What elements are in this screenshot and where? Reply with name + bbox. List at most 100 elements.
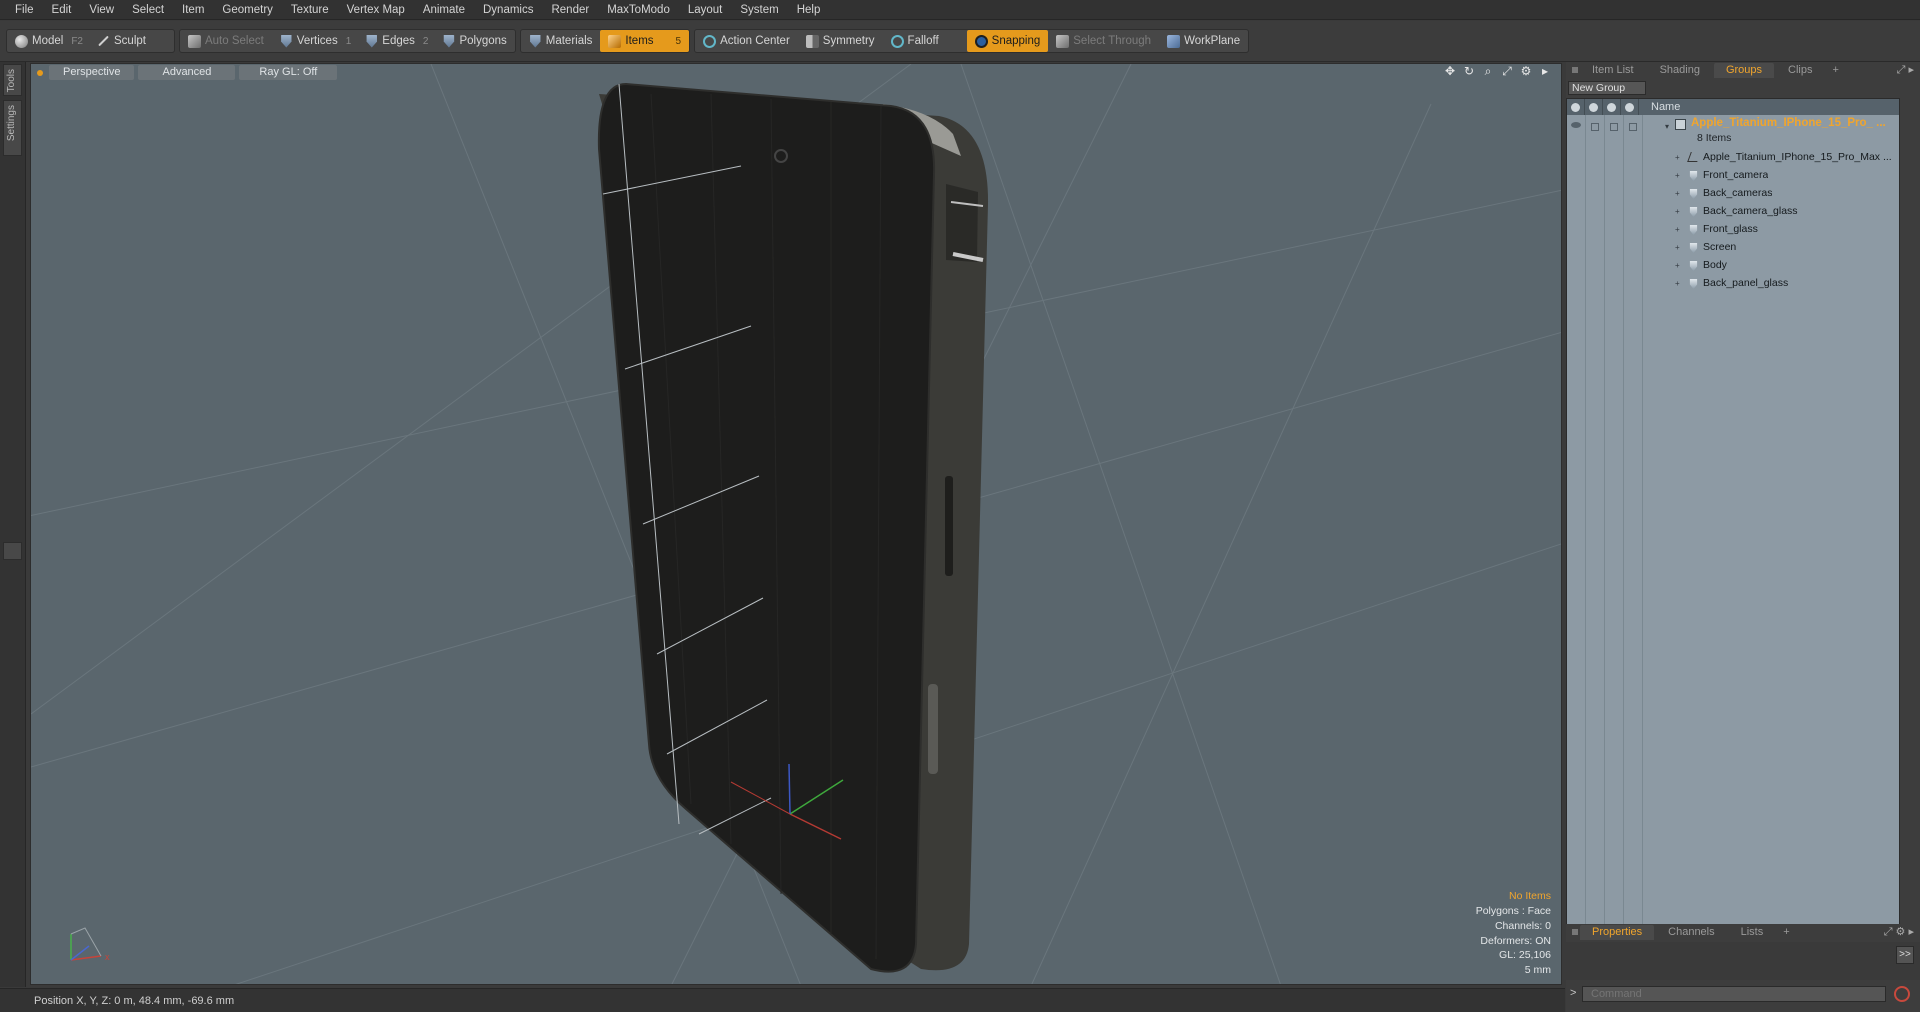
select-through-button[interactable]: Select Through — [1048, 30, 1159, 52]
menu-view[interactable]: View — [80, 0, 123, 20]
edges-button[interactable]: Edges — [357, 30, 423, 52]
record-macro-icon[interactable] — [1894, 986, 1910, 1002]
expand-icon[interactable]: + — [1675, 153, 1680, 162]
group-render-icon[interactable] — [1591, 123, 1599, 131]
menu-vertex-map[interactable]: Vertex Map — [338, 0, 414, 20]
select-column-icon[interactable] — [1621, 99, 1639, 115]
menu-geometry[interactable]: Geometry — [213, 0, 282, 20]
group-lock-icon[interactable] — [1610, 123, 1618, 131]
menu-animate[interactable]: Animate — [414, 0, 474, 20]
expand-icon[interactable]: + — [1675, 279, 1680, 288]
raygl-toggle[interactable]: Ray GL: Off — [239, 65, 338, 80]
items-button[interactable]: Items 5 — [600, 30, 690, 52]
list-item[interactable]: + Apple_Titanium_IPhone_15_Pro_Max ... — [1567, 149, 1899, 167]
expand-icon[interactable]: + — [1675, 243, 1680, 252]
expand-icon[interactable]: + — [1675, 261, 1680, 270]
chevron-right-icon[interactable]: ▸ — [1539, 65, 1551, 77]
new-group-button[interactable]: New Group — [1568, 81, 1646, 95]
view-mode-dropdown[interactable]: Perspective — [49, 65, 135, 80]
group-eye-icon[interactable] — [1571, 122, 1581, 128]
mesh-icon — [1689, 261, 1698, 271]
mesh-icon — [1689, 189, 1698, 199]
polygons-button[interactable]: Polygons — [434, 30, 514, 52]
shading-dropdown[interactable]: Advanced — [138, 65, 236, 80]
menu-texture[interactable]: Texture — [282, 0, 338, 20]
expand-icon[interactable]: + — [1675, 171, 1680, 180]
menu-dynamics[interactable]: Dynamics — [474, 0, 542, 20]
3d-viewport[interactable]: Perspective Advanced Ray GL: Off ✥ ↻ ⌕ ⤢… — [30, 63, 1562, 985]
snapping-button[interactable]: Snapping — [966, 30, 1049, 52]
panel-expand-icon[interactable]: ⤢ ▸ — [1897, 63, 1920, 77]
gear-icon[interactable]: ⚙ — [1520, 65, 1532, 77]
group-select-icon[interactable] — [1629, 123, 1637, 131]
info-gl: GL: 25,106 — [1499, 949, 1551, 962]
materials-icon — [530, 34, 541, 48]
tab-item-list[interactable]: Item List — [1580, 63, 1646, 78]
maximize-icon[interactable]: ⤢ — [1501, 65, 1513, 77]
menu-render[interactable]: Render — [542, 0, 598, 20]
pan-icon[interactable]: ✥ — [1444, 65, 1456, 77]
command-input[interactable] — [1582, 986, 1886, 1002]
group-row[interactable]: ▾ Apple_Titanium_IPhone_15_Pro_ ... 8 It… — [1567, 116, 1899, 146]
expand-icon[interactable]: + — [1675, 189, 1680, 198]
list-item[interactable]: + Back_camera_glass — [1567, 203, 1899, 221]
group-expand-icon[interactable]: ▾ — [1665, 122, 1669, 131]
menu-file[interactable]: File — [6, 0, 43, 20]
snapping-label: Snapping — [991, 35, 1041, 47]
settings-tab[interactable]: Settings — [3, 100, 22, 156]
tab-clips[interactable]: Clips — [1776, 63, 1824, 78]
tools-tab[interactable]: Tools — [3, 64, 22, 96]
menu-select[interactable]: Select — [123, 0, 173, 20]
expand-icon[interactable]: + — [1675, 207, 1680, 216]
tab-properties[interactable]: Properties — [1580, 924, 1655, 940]
list-item[interactable]: + Front_glass — [1567, 221, 1899, 239]
tab-lists[interactable]: Lists — [1729, 925, 1776, 940]
falloff-button[interactable]: Falloff — [883, 30, 967, 52]
list-item[interactable]: + Back_panel_glass — [1567, 275, 1899, 293]
add-tab-icon[interactable]: + — [1777, 926, 1795, 938]
model-mode-button[interactable]: Model — [7, 30, 71, 52]
add-tab-icon[interactable]: + — [1826, 64, 1844, 76]
menu-maxtomodo[interactable]: MaxToModo — [598, 0, 679, 20]
expand-icon[interactable]: + — [1675, 225, 1680, 234]
tab-groups[interactable]: Groups — [1713, 62, 1775, 78]
tab-channels[interactable]: Channels — [1656, 925, 1726, 940]
position-readout: Position X, Y, Z: 0 m, 48.4 mm, -69.6 mm — [34, 994, 235, 1007]
select-through-label: Select Through — [1073, 35, 1152, 47]
auto-select-button[interactable]: Auto Select — [180, 30, 272, 52]
action-center-button[interactable]: Action Center — [695, 30, 798, 52]
materials-button[interactable]: Materials — [521, 30, 601, 52]
menu-item[interactable]: Item — [173, 0, 213, 20]
lock-column-icon[interactable] — [1603, 99, 1621, 115]
properties-body: >> — [1566, 942, 1920, 980]
right-panel: Item List Shading Groups Clips + ⤢ ▸ New… — [1566, 62, 1920, 1012]
mesh-icon — [1689, 279, 1698, 289]
list-item[interactable]: + Front_camera — [1567, 167, 1899, 185]
model-label: Model — [32, 35, 64, 47]
workplane-label: WorkPlane — [1184, 35, 1241, 47]
visibility-column-icon[interactable] — [1567, 99, 1585, 115]
menu-help[interactable]: Help — [788, 0, 830, 20]
list-item[interactable]: + Back_cameras — [1567, 185, 1899, 203]
tab-shading[interactable]: Shading — [1648, 63, 1712, 78]
viewport-menu-dot[interactable] — [37, 69, 43, 76]
panel-toggle[interactable] — [3, 542, 22, 560]
mesh-icon — [1689, 171, 1698, 181]
vertices-button[interactable]: Vertices — [272, 30, 346, 52]
properties-menu-icon[interactable] — [1572, 929, 1578, 935]
sculpt-mode-button[interactable]: Sculpt — [89, 30, 154, 52]
menu-edit[interactable]: Edit — [43, 0, 81, 20]
zoom-icon[interactable]: ⌕ — [1482, 65, 1494, 77]
panel-menu-icon[interactable] — [1572, 67, 1578, 73]
command-row: > — [1566, 982, 1920, 1006]
symmetry-button[interactable]: Symmetry — [798, 30, 883, 52]
render-column-icon[interactable] — [1585, 99, 1603, 115]
expand-arrows-button[interactable]: >> — [1896, 946, 1914, 964]
list-item[interactable]: + Body — [1567, 257, 1899, 275]
list-item[interactable]: + Screen — [1567, 239, 1899, 257]
menu-system[interactable]: System — [731, 0, 787, 20]
rotate-icon[interactable]: ↻ — [1463, 65, 1475, 77]
properties-expand-icon[interactable]: ⤢ ⚙ ▸ — [1884, 925, 1920, 939]
menu-layout[interactable]: Layout — [679, 0, 732, 20]
workplane-button[interactable]: WorkPlane — [1159, 30, 1248, 52]
